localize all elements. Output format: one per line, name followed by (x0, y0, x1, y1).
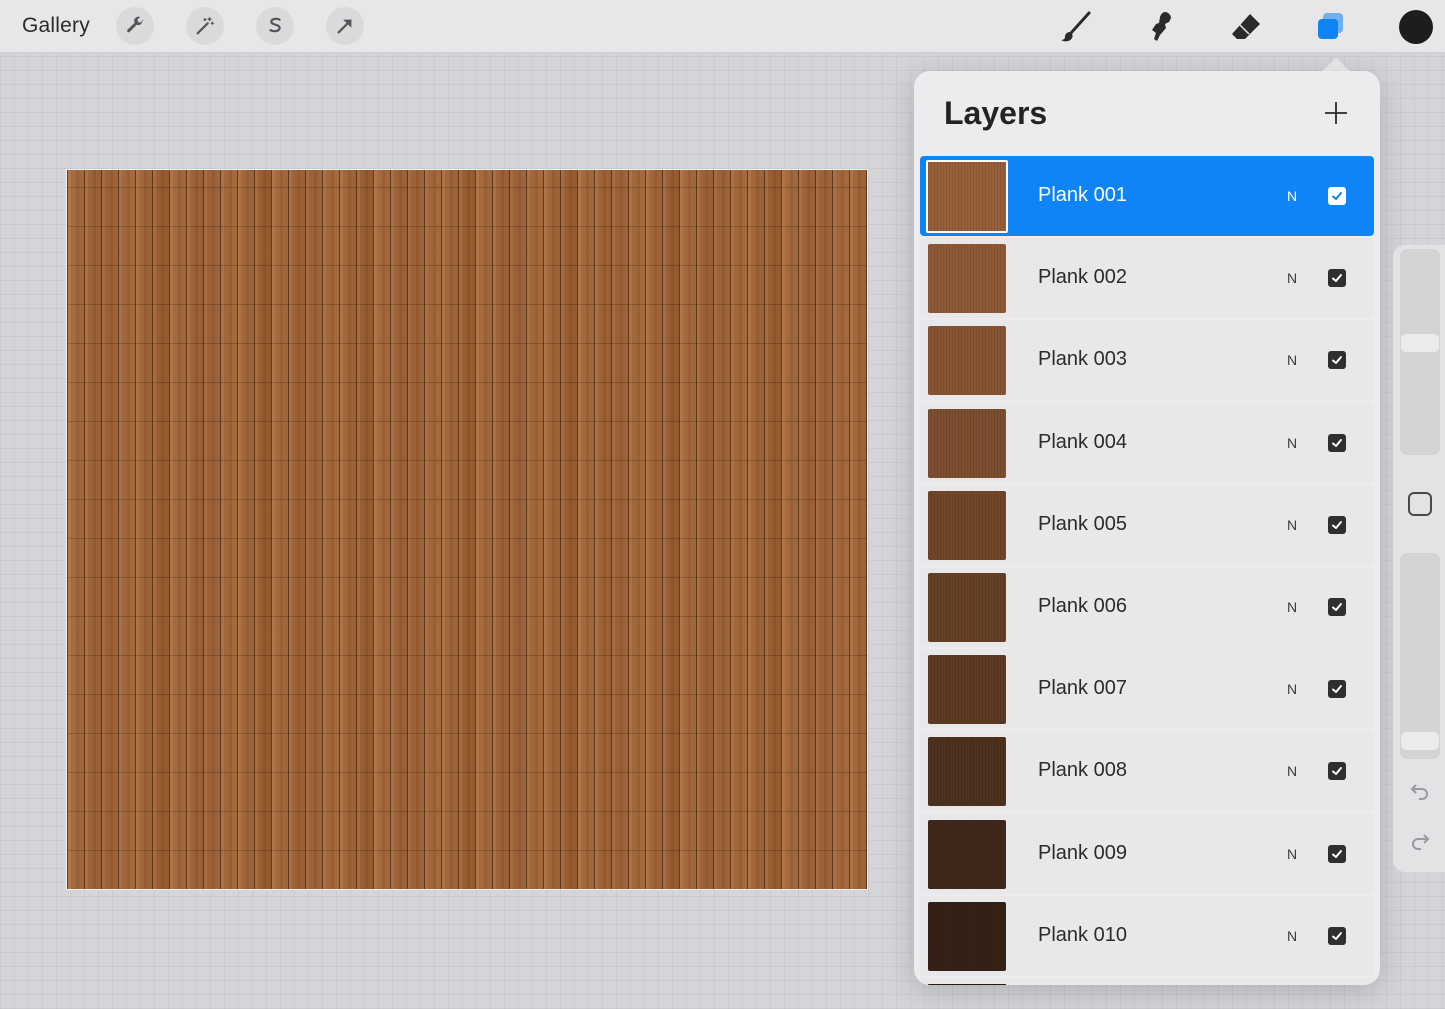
brush-icon[interactable] (1057, 8, 1095, 46)
color-picker-swatch[interactable] (1399, 10, 1433, 44)
visibility-checkbox[interactable] (1328, 269, 1346, 288)
opacity-thumb[interactable] (1401, 732, 1439, 750)
layer-name: Plank 005 (1038, 512, 1127, 535)
layer-thumbnail[interactable] (928, 983, 1006, 985)
layer-thumbnail[interactable] (928, 326, 1006, 396)
layer-row[interactable]: Plank 007 N (920, 649, 1374, 730)
blend-mode-button[interactable]: N (1287, 270, 1297, 286)
brush-size-slider[interactable] (1400, 249, 1440, 455)
layer-name: Plank 007 (1038, 677, 1127, 700)
panel-title: Layers (944, 95, 1048, 131)
magic-wand-icon[interactable] (186, 7, 224, 45)
blend-mode-button[interactable]: N (1287, 846, 1297, 862)
layer-name: Plank 008 (1038, 759, 1127, 782)
visibility-checkbox[interactable] (1328, 187, 1346, 205)
layer-row[interactable]: Plank 002 N (920, 238, 1374, 319)
visibility-checkbox[interactable] (1328, 597, 1346, 616)
layer-name: Plank 004 (1038, 430, 1127, 453)
layer-row[interactable]: Plank 003 N (920, 320, 1374, 401)
blend-mode-button[interactable]: N (1287, 352, 1297, 368)
blend-mode-button[interactable]: N (1287, 928, 1297, 944)
undo-icon[interactable] (1407, 778, 1433, 804)
layer-row-partial[interactable] (920, 977, 1374, 985)
transform-arrow-icon[interactable] (326, 7, 364, 45)
visibility-checkbox[interactable] (1328, 926, 1346, 945)
layer-thumbnail[interactable] (928, 490, 1006, 560)
wrench-icon[interactable] (116, 7, 154, 45)
layer-thumbnail[interactable] (928, 572, 1006, 642)
layer-row[interactable]: Plank 009 N (920, 813, 1374, 894)
selection-s-icon[interactable] (256, 7, 294, 45)
layer-name: Plank 006 (1038, 594, 1127, 617)
layers-panel: Layers Plank 001 N Plank 002 N Plank 003 N Pla… (914, 71, 1380, 985)
blend-mode-button[interactable]: N (1287, 599, 1297, 615)
layer-row[interactable]: Plank 005 N (920, 484, 1374, 565)
gallery-button[interactable]: Gallery (22, 14, 90, 38)
layer-row[interactable]: Plank 008 N (920, 731, 1374, 812)
right-sidebar (1393, 245, 1445, 872)
layer-name: Plank 002 (1038, 266, 1127, 289)
blend-mode-button[interactable]: N (1287, 188, 1297, 204)
visibility-checkbox[interactable] (1328, 844, 1346, 863)
layer-name: Plank 010 (1038, 923, 1127, 946)
layer-list: Plank 001 N Plank 002 N Plank 003 N Plank 004 N… (920, 156, 1374, 985)
layer-name: Plank 001 (1038, 184, 1127, 206)
plus-icon[interactable] (1320, 97, 1352, 129)
layer-thumbnail[interactable] (928, 408, 1006, 478)
drawing-canvas[interactable] (66, 169, 868, 890)
layer-thumbnail[interactable] (928, 737, 1006, 807)
visibility-checkbox[interactable] (1328, 762, 1346, 781)
eraser-icon[interactable] (1227, 8, 1265, 46)
blend-mode-button[interactable]: N (1287, 517, 1297, 533)
visibility-checkbox[interactable] (1328, 680, 1346, 699)
layer-thumbnail[interactable] (928, 819, 1006, 889)
blend-mode-button[interactable]: N (1287, 681, 1297, 697)
layer-row[interactable]: Plank 006 N (920, 566, 1374, 647)
visibility-checkbox[interactable] (1328, 515, 1346, 534)
smudge-icon[interactable] (1142, 8, 1180, 46)
layer-row[interactable]: Plank 004 N (920, 402, 1374, 483)
layer-thumbnail[interactable] (928, 244, 1006, 314)
brush-size-thumb[interactable] (1401, 334, 1439, 352)
blend-mode-button[interactable]: N (1287, 435, 1297, 451)
top-toolbar: Gallery (0, 0, 1445, 53)
layer-name: Plank 003 (1038, 348, 1127, 371)
layer-thumbnail[interactable] (928, 901, 1006, 971)
layer-name: Plank 009 (1038, 841, 1127, 864)
visibility-checkbox[interactable] (1328, 433, 1346, 452)
visibility-checkbox[interactable] (1328, 351, 1346, 370)
redo-icon[interactable] (1407, 828, 1433, 854)
opacity-slider[interactable] (1400, 553, 1440, 759)
layers-icon[interactable] (1312, 8, 1350, 46)
layer-thumbnail[interactable] (928, 655, 1006, 725)
square-modify-icon[interactable] (1408, 492, 1432, 516)
layer-row[interactable]: Plank 010 N (920, 895, 1374, 976)
blend-mode-button[interactable]: N (1287, 763, 1297, 779)
layer-thumbnail[interactable] (926, 160, 1008, 233)
layer-row[interactable]: Plank 001 N (920, 156, 1374, 236)
